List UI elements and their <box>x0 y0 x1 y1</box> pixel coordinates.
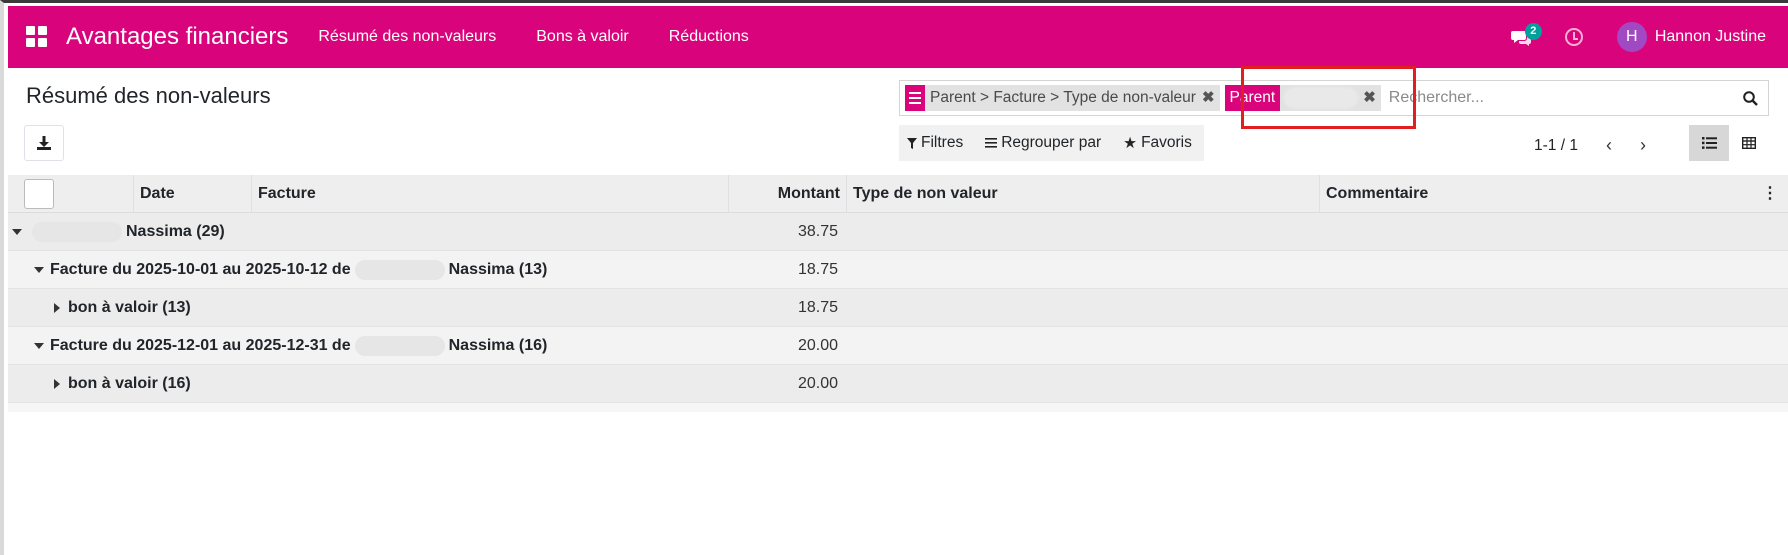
group-row[interactable]: Facture du 2025-12-01 au 2025-12-31 de N… <box>8 327 1788 365</box>
group-label: bon à valoir (13) <box>68 298 191 316</box>
menu-bons-a-valoir[interactable]: Bons à valoir <box>536 28 629 46</box>
search-input[interactable] <box>1388 83 1732 113</box>
app-title[interactable]: Avantages financiers <box>66 23 288 51</box>
pivot-table-icon <box>1742 137 1756 149</box>
list-view-icon <box>1701 137 1717 149</box>
expanded-caret-icon <box>34 266 44 273</box>
group-row[interactable]: bon à valoir (16) 20.00 <box>8 365 1788 403</box>
redacted-name <box>354 259 445 280</box>
search-icon[interactable] <box>1732 90 1768 106</box>
group-amount: 20.00 <box>797 374 838 392</box>
column-header-date[interactable]: Date <box>134 174 252 213</box>
messages-icon[interactable]: 2 <box>1510 23 1542 49</box>
group-label: Nassima (29) <box>126 222 225 240</box>
apps-menu-icon[interactable] <box>26 26 48 48</box>
column-header-montant[interactable]: Montant <box>729 174 847 213</box>
group-label-prefix: Facture du 2025-10-01 au 2025-10-12 de <box>50 260 351 278</box>
group-amount: 18.75 <box>797 298 838 316</box>
pager-value[interactable]: 1-1 / 1 <box>1534 137 1578 155</box>
group-by-dropdown[interactable]: Regrouper par <box>985 134 1101 152</box>
column-header-facture[interactable]: Facture <box>252 174 729 213</box>
remove-facet-icon[interactable]: ✖ <box>1202 85 1215 111</box>
column-header-type[interactable]: Type de non valeur <box>847 174 1320 213</box>
group-amount: 18.75 <box>797 260 838 278</box>
search-options-bar: Filtres Regrouper par ★ Favoris <box>899 125 1204 161</box>
messages-count-badge: 2 <box>1524 23 1542 40</box>
group-row[interactable]: Nassima (29) 38.75 <box>8 213 1788 251</box>
favorites-dropdown[interactable]: ★ Favoris <box>1123 134 1192 153</box>
group-label-prefix: Facture du 2025-12-01 au 2025-12-31 de <box>50 336 351 354</box>
groupby-facet-value: Parent > Facture > Type de non-valeur <box>930 89 1196 106</box>
pager-next-icon[interactable]: › <box>1640 135 1656 156</box>
collapsed-caret-icon <box>54 302 60 313</box>
activity-clock-icon[interactable] <box>1564 28 1583 46</box>
parent-filter-facet: Parent ✖ <box>1224 85 1381 111</box>
favorites-label: Favoris <box>1141 134 1192 151</box>
group-label-suffix: Nassima (16) <box>448 336 548 354</box>
pager-previous-icon[interactable]: ‹ <box>1606 135 1622 156</box>
app-window: Avantages financiers Résumé des non-vale… <box>0 0 1788 555</box>
group-label: bon à valoir (16) <box>68 374 191 392</box>
search-bar: Parent > Facture > Type de non-valeur ✖ … <box>899 80 1769 116</box>
menu-resume-non-valeurs[interactable]: Résumé des non-valeurs <box>318 28 496 46</box>
user-avatar[interactable]: H <box>1616 22 1647 52</box>
select-all-checkbox[interactable] <box>24 178 54 209</box>
group-amount: 38.75 <box>797 222 838 240</box>
groupby-facet-icon <box>905 85 925 111</box>
view-switcher <box>1689 125 1769 161</box>
group-row[interactable]: Facture du 2025-10-01 au 2025-10-12 de N… <box>8 251 1788 289</box>
filters-dropdown[interactable]: Filtres <box>907 134 963 152</box>
commentaire-label: Commentaire <box>1326 184 1429 202</box>
select-all-header <box>8 174 134 213</box>
column-header-commentaire[interactable]: Commentaire ⋮ <box>1320 175 1788 213</box>
optional-columns-icon[interactable]: ⋮ <box>1762 175 1778 213</box>
expanded-caret-icon <box>34 342 44 349</box>
list-view-button[interactable] <box>1689 125 1729 161</box>
download-icon <box>37 136 51 150</box>
menu-reductions[interactable]: Réductions <box>669 28 749 46</box>
page-title: Résumé des non-valeurs <box>26 83 271 108</box>
filter-icon <box>907 137 917 149</box>
group-label-suffix: Nassima (13) <box>448 260 548 278</box>
group-row[interactable]: bon à valoir (13) 18.75 <box>8 289 1788 327</box>
group-by-label: Regrouper par <box>1001 134 1102 151</box>
expanded-caret-icon <box>12 228 22 235</box>
filters-label: Filtres <box>921 134 964 151</box>
user-menu[interactable]: Hannon Justine <box>1655 28 1766 46</box>
list-table: Date Facture Montant Type de non valeur … <box>8 174 1788 412</box>
pivot-view-button[interactable] <box>1729 125 1769 161</box>
export-download-button[interactable] <box>24 125 64 161</box>
navbar-systray: 2 H Hannon Justine <box>1510 6 1788 68</box>
pager: 1-1 / 1 ‹ › <box>1534 135 1674 156</box>
table-header: Date Facture Montant Type de non valeur … <box>8 174 1788 213</box>
group-by-icon <box>985 138 998 148</box>
groupby-facet: Parent > Facture > Type de non-valeur ✖ <box>905 85 1220 111</box>
redacted-name <box>354 335 445 356</box>
star-icon: ★ <box>1123 134 1138 152</box>
redacted-parent-value <box>1285 89 1358 107</box>
redacted-name <box>32 221 122 242</box>
parent-facet-label: Parent <box>1224 85 1281 111</box>
table-body: Nassima (29) 38.75 Facture du 2025-10-01… <box>8 213 1788 403</box>
collapsed-caret-icon <box>54 378 60 389</box>
table-footer <box>8 403 1788 412</box>
top-navbar: Avantages financiers Résumé des non-vale… <box>8 6 1788 68</box>
remove-facet-icon[interactable]: ✖ <box>1363 85 1376 111</box>
group-amount: 20.00 <box>797 336 838 354</box>
